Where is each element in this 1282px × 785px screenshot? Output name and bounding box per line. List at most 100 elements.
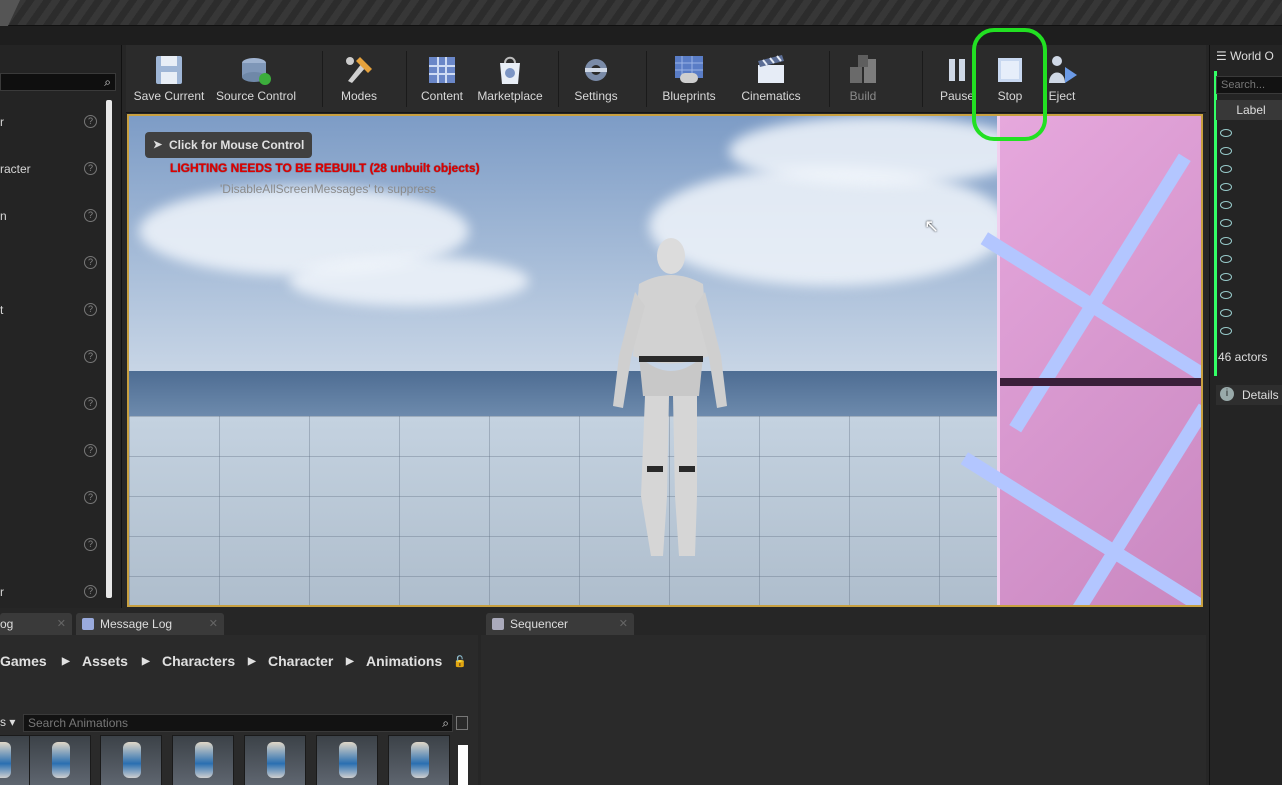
animation-thumbnail[interactable] [29, 735, 91, 785]
eye-icon[interactable] [1220, 219, 1232, 227]
help-icon[interactable]: ? [84, 444, 97, 457]
cursor-icon: ➤ [153, 139, 163, 151]
eye-icon[interactable] [1220, 255, 1232, 263]
marketplace-button[interactable]: Marketplace [472, 49, 548, 109]
help-icon[interactable]: ? [84, 303, 97, 316]
blueprints-button[interactable]: Blueprints [656, 49, 722, 109]
breadcrumb-item[interactable]: Characters [162, 653, 235, 669]
marketplace-icon [500, 56, 520, 84]
eye-icon[interactable] [1220, 309, 1232, 317]
toolbar-separator [322, 51, 323, 107]
sequencer-panel [481, 635, 1206, 785]
eye-icon[interactable] [1220, 183, 1232, 191]
modes-list-item[interactable]: ? [0, 254, 100, 274]
close-icon[interactable]: ✕ [57, 613, 66, 635]
asset-scrollbar[interactable] [458, 745, 468, 785]
animation-thumbnail[interactable] [100, 735, 162, 785]
eye-icon[interactable] [1220, 165, 1232, 173]
asset-search-input[interactable]: Search Animations ⌕ [23, 714, 453, 732]
modes-list-item[interactable]: racter? [0, 160, 100, 180]
settings-button[interactable]: Settings [566, 49, 626, 109]
content-icon [429, 57, 455, 83]
breadcrumb-item[interactable]: Games [0, 653, 47, 669]
help-icon[interactable]: ? [84, 397, 97, 410]
mouse-control-button[interactable]: ➤ Click for Mouse Control [145, 132, 313, 158]
build-button[interactable]: Build [836, 49, 890, 109]
mouse-pointer-icon: ↖ [924, 216, 940, 236]
mannequin-character [613, 238, 727, 556]
help-icon[interactable]: ? [84, 585, 97, 598]
tab-message-log[interactable]: Message Log ✕ [76, 613, 224, 635]
source-control-icon [242, 58, 271, 85]
tab-output-log[interactable]: og ✕ [0, 613, 72, 635]
save-icon [156, 56, 182, 84]
cinematics-button[interactable]: Cinematics [734, 49, 808, 109]
list-icon: ☰ [1216, 49, 1231, 63]
eye-icon[interactable] [1220, 129, 1232, 137]
outliner-search-input[interactable]: Search... [1216, 76, 1282, 94]
eject-icon [1049, 56, 1077, 83]
breadcrumb-item[interactable]: Animations [366, 653, 442, 669]
breadcrumb-item[interactable]: Assets [82, 653, 128, 669]
modes-list-item[interactable]: ? [0, 536, 100, 556]
animation-thumbnail[interactable] [388, 735, 450, 785]
modes-scrollbar[interactable] [106, 100, 112, 598]
modes-list-item[interactable]: r? [0, 113, 100, 133]
modes-list-item[interactable]: n? [0, 207, 100, 227]
cloud [289, 256, 529, 306]
eye-icon[interactable] [1220, 201, 1232, 209]
outliner-title[interactable]: ☰ World O [1216, 47, 1282, 65]
bottom-dock: og ✕ Message Log ✕ Sequencer ✕ Games ▶ Asse… [0, 611, 1206, 785]
help-icon[interactable]: ? [84, 350, 97, 363]
modes-list-item[interactable]: r? [0, 583, 100, 603]
content-button[interactable]: Content [416, 49, 468, 109]
help-icon[interactable]: ? [84, 256, 97, 269]
chevron-right-icon: ▶ [142, 656, 150, 667]
tab-sequencer[interactable]: Sequencer ✕ [486, 613, 634, 635]
modes-list-item[interactable]: ? [0, 395, 100, 415]
details-tab[interactable]: i Details [1216, 385, 1282, 405]
chevron-right-icon: ▶ [62, 656, 70, 667]
animation-thumbnail[interactable] [0, 735, 32, 785]
breadcrumb-item[interactable]: Character [268, 653, 333, 669]
animation-thumbnail[interactable] [172, 735, 234, 785]
pink-cube [960, 116, 1201, 605]
animation-thumbnail[interactable] [316, 735, 378, 785]
label-column-header[interactable]: Label [1216, 100, 1282, 120]
message-log-icon [82, 618, 94, 630]
close-icon[interactable]: ✕ [209, 613, 218, 635]
help-icon[interactable]: ? [84, 162, 97, 175]
eye-icon[interactable] [1220, 327, 1232, 335]
help-icon[interactable]: ? [84, 209, 97, 222]
level-viewport[interactable]: ➤ Click for Mouse Control LIGHTING NEEDS … [127, 114, 1203, 607]
modes-search-input[interactable]: ⌕ [0, 73, 116, 91]
toolbar-separator [558, 51, 559, 107]
modes-button[interactable]: Modes [330, 49, 388, 109]
eye-icon[interactable] [1220, 237, 1232, 245]
filters-button[interactable]: s ▾ [0, 715, 15, 729]
help-icon[interactable]: ? [84, 115, 97, 128]
eye-icon[interactable] [1220, 291, 1232, 299]
cinematics-icon [758, 55, 784, 83]
save-search-icon[interactable] [456, 716, 468, 730]
save-current-button[interactable]: Save Current [130, 49, 208, 109]
chevron-right-icon: ▶ [248, 656, 256, 667]
modes-list-item[interactable]: ? [0, 348, 100, 368]
lighting-warning: LIGHTING NEEDS TO BE REBUILT (28 unbuilt… [170, 161, 480, 175]
eye-icon[interactable] [1220, 147, 1232, 155]
eye-icon[interactable] [1220, 273, 1232, 281]
help-icon[interactable]: ? [84, 538, 97, 551]
title-tab[interactable] [0, 0, 21, 26]
modes-list-item[interactable]: ? [0, 442, 100, 462]
modes-list-item[interactable]: ? [0, 489, 100, 509]
help-icon[interactable]: ? [84, 491, 97, 504]
modes-list-item[interactable]: t? [0, 301, 100, 321]
toolbar-separator [406, 51, 407, 107]
chevron-right-icon: ▶ [346, 656, 354, 667]
world-outliner: ☰ World O Search... Label 46 actors i Det… [1209, 45, 1282, 785]
settings-icon [585, 59, 607, 81]
close-icon[interactable]: ✕ [619, 613, 628, 635]
animation-thumbnail[interactable] [244, 735, 306, 785]
lock-icon[interactable]: 🔓 [453, 655, 467, 668]
source-control-button[interactable]: Source Control [212, 49, 300, 109]
